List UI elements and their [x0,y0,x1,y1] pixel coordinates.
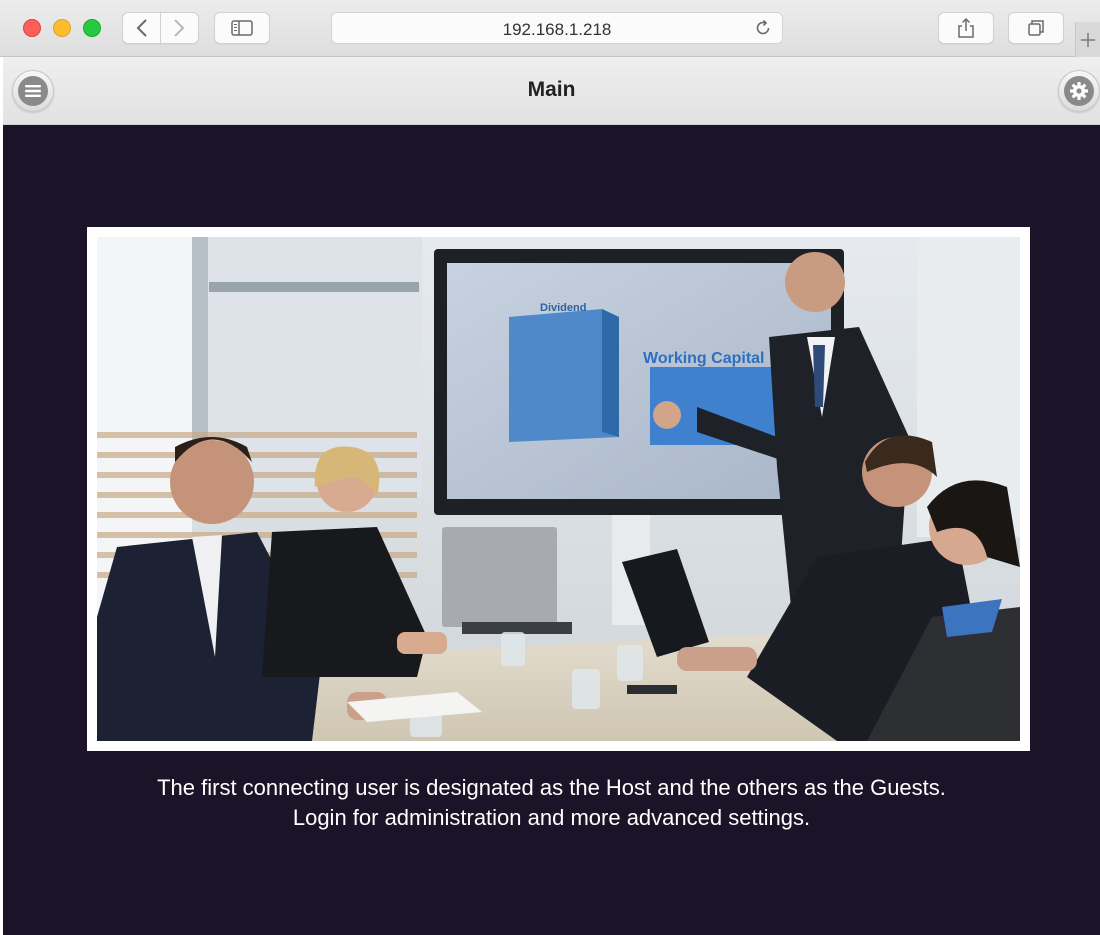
forward-button[interactable] [161,13,198,43]
close-window-button[interactable] [23,19,41,37]
back-icon [136,19,147,37]
maximize-window-button[interactable] [83,19,101,37]
minimize-window-button[interactable] [53,19,71,37]
hero-image: Dividend Working Capital [97,237,1020,741]
login-info-text: Login for administration and more advanc… [292,805,811,830]
browser-toolbar: 192.168.1.218 [0,0,1100,57]
show-tabs-button[interactable] [1008,12,1064,44]
screen-label-top: Dividend [540,302,586,314]
gear-icon [1070,82,1088,100]
app-header: Main [3,57,1100,125]
reload-icon[interactable] [754,19,772,37]
share-icon [958,17,974,38]
plus-icon [1081,32,1095,47]
settings-button[interactable] [1058,70,1100,112]
sidebar-icon [231,20,253,36]
sidebar-button[interactable] [214,12,270,44]
forward-icon [174,19,185,37]
host-guest-info-text: The first connecting user is designated … [157,775,946,800]
screen-label-main: Working Capital [643,350,765,367]
navigation-buttons [122,12,199,44]
tabs-icon [1028,20,1044,36]
address-bar[interactable]: 192.168.1.218 [331,12,783,44]
settings-button-face [1064,76,1094,106]
new-tab-button[interactable] [1075,22,1100,57]
share-button[interactable] [938,12,994,44]
back-button[interactable] [123,13,160,43]
main-content: Dividend Working Capital The first conne… [3,125,1100,935]
hero-image-frame: Dividend Working Capital [87,227,1030,751]
page-title: Main [527,78,576,101]
url-text: 192.168.1.218 [502,20,612,39]
